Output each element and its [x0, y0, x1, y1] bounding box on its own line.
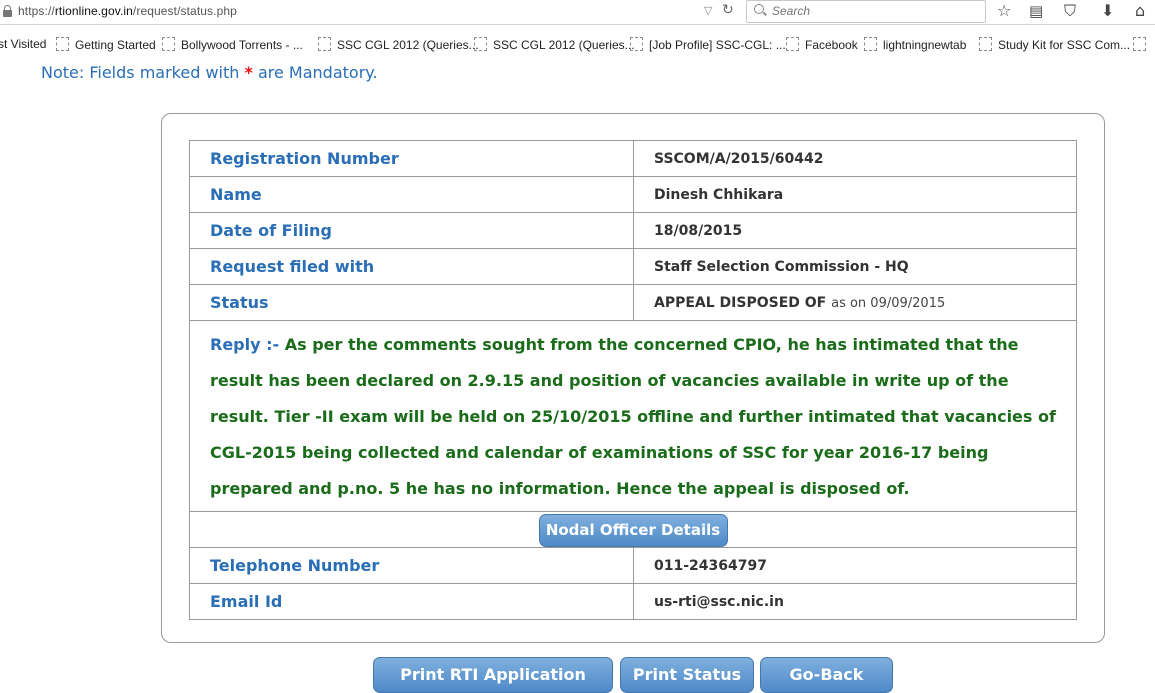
- reply-text: As per the comments sought from the conc…: [210, 335, 1056, 498]
- table-row: Telephone Number 011-24364797: [189, 547, 1077, 584]
- email-id-value: us-rti@ssc.nic.in: [633, 583, 1077, 620]
- bookmark-folder-icon: [318, 37, 331, 51]
- registration-number-value: SSCOM/A/2015/60442: [633, 140, 1077, 177]
- bookmark-lightningnewtab[interactable]: lightningnewtab: [864, 37, 966, 52]
- address-bar[interactable]: https://rtionline.gov.in/request/status.…: [18, 4, 237, 18]
- table-row: Reply :- As per the comments sought from…: [189, 320, 1077, 512]
- reading-list-icon[interactable]: ▤: [1029, 2, 1043, 20]
- table-row: Registration Number SSCOM/A/2015/60442: [189, 140, 1077, 177]
- bookmark-label: Getting Started: [75, 38, 156, 52]
- note-prefix: Note: Fields marked with: [41, 63, 240, 82]
- bookmark-label: st Visited: [0, 37, 47, 51]
- name-label: Name: [189, 176, 634, 213]
- nodal-officer-details-button[interactable]: Nodal Officer Details: [538, 513, 728, 547]
- reply-label: Reply :-: [210, 335, 280, 354]
- search-box[interactable]: [746, 0, 986, 23]
- table-row: Email Id us-rti@ssc.nic.in: [189, 583, 1077, 620]
- bookmark-label: SSC CGL 2012 (Queries...: [493, 38, 635, 52]
- go-back-button[interactable]: Go-Back: [760, 657, 893, 693]
- table-row: Name Dinesh Chhikara: [189, 176, 1077, 213]
- search-icon: [754, 4, 764, 14]
- bookmark-folder-icon: [786, 37, 799, 51]
- nodal-officer-cell: Nodal Officer Details: [189, 511, 1077, 548]
- bookmark-folder-icon: [162, 37, 175, 51]
- browser-toolbar: https://rtionline.gov.in/request/status.…: [0, 0, 1155, 25]
- reply-cell: Reply :- As per the comments sought from…: [189, 320, 1077, 512]
- bookmark-label: Bollywood Torrents - ...: [181, 38, 303, 52]
- mandatory-note: Note: Fields marked with * are Mandatory…: [41, 63, 378, 82]
- bookmarks-toolbar: st Visited Getting Started Bollywood Tor…: [0, 33, 1155, 57]
- bookmark-bollywood-torrents[interactable]: Bollywood Torrents - ...: [162, 37, 303, 52]
- bookmark-folder-icon: [1133, 37, 1146, 51]
- table-row: Status APPEAL DISPOSED OF as on 09/09/20…: [189, 284, 1077, 321]
- action-buttons: Print RTI Application Print Status Go-Ba…: [0, 657, 1155, 693]
- bookmark-label: SSC CGL 2012 (Queries...: [337, 38, 479, 52]
- reload-icon[interactable]: ↻: [722, 2, 734, 18]
- telephone-number-value: 011-24364797: [633, 547, 1077, 584]
- status-value-cell: APPEAL DISPOSED OF as on 09/09/2015: [633, 284, 1077, 321]
- request-status-table: Registration Number SSCOM/A/2015/60442 N…: [189, 140, 1077, 620]
- email-id-label: Email Id: [189, 583, 634, 620]
- bookmark-folder-icon: [474, 37, 487, 51]
- date-of-filing-label: Date of Filing: [189, 212, 634, 249]
- bookmark-label: Facebook: [805, 38, 858, 52]
- bookmark-getting-started[interactable]: Getting Started: [56, 37, 156, 52]
- bookmark-folder-icon: [864, 37, 877, 51]
- status-value: APPEAL DISPOSED OF: [654, 294, 827, 311]
- table-row: Date of Filing 18/08/2015: [189, 212, 1077, 249]
- bookmark-folder-icon: [979, 37, 992, 51]
- bookmark-label: Study Kit for SSC Com...: [998, 38, 1131, 52]
- url-dropdown-icon[interactable]: ▽: [704, 4, 712, 17]
- bookmark-label: lightningnewtab: [883, 38, 967, 52]
- bookmark-job-profile[interactable]: [Job Profile] SSC-CGL: ...: [630, 37, 786, 52]
- url-host: rtionline.gov.in: [54, 4, 133, 18]
- bookmark-star-icon[interactable]: ☆: [997, 2, 1011, 20]
- print-status-button[interactable]: Print Status: [620, 657, 754, 693]
- bookmark-ssc-cgl-2[interactable]: SSC CGL 2012 (Queries...: [474, 37, 635, 52]
- bookmark-most-visited[interactable]: st Visited: [0, 37, 46, 51]
- mandatory-star: *: [244, 63, 253, 82]
- status-label: Status: [189, 284, 634, 321]
- request-filed-with-value: Staff Selection Commission - HQ: [633, 248, 1077, 285]
- bookmark-folder-icon: [630, 37, 643, 51]
- lock-icon: [3, 5, 12, 17]
- print-rti-application-button[interactable]: Print RTI Application: [373, 657, 613, 693]
- pocket-icon[interactable]: ⛉: [1064, 2, 1076, 20]
- bookmark-study-kit[interactable]: Study Kit for SSC Com...: [979, 37, 1130, 52]
- bookmark-facebook[interactable]: Facebook: [786, 37, 858, 52]
- telephone-number-label: Telephone Number: [189, 547, 634, 584]
- home-icon[interactable]: ⌂: [1135, 2, 1145, 20]
- bookmark-folder-icon: [56, 37, 69, 51]
- status-as-of-date: as on 09/09/2015: [831, 295, 946, 311]
- request-filed-with-label: Request filed with: [189, 248, 634, 285]
- name-value: Dinesh Chhikara: [633, 176, 1077, 213]
- bookmark-overflow[interactable]: [1133, 37, 1152, 52]
- date-of-filing-value: 18/08/2015: [633, 212, 1077, 249]
- bookmark-label: [Job Profile] SSC-CGL: ...: [649, 38, 786, 52]
- note-suffix: are Mandatory.: [257, 63, 378, 82]
- download-icon[interactable]: ⬇: [1101, 2, 1114, 20]
- registration-number-label: Registration Number: [189, 140, 634, 177]
- bookmark-ssc-cgl-1[interactable]: SSC CGL 2012 (Queries...: [318, 37, 479, 52]
- url-path: /request/status.php: [132, 4, 237, 18]
- table-row: Request filed with Staff Selection Commi…: [189, 248, 1077, 285]
- url-scheme: https://: [18, 4, 55, 18]
- table-row: Nodal Officer Details: [189, 511, 1077, 548]
- search-input[interactable]: [772, 3, 972, 19]
